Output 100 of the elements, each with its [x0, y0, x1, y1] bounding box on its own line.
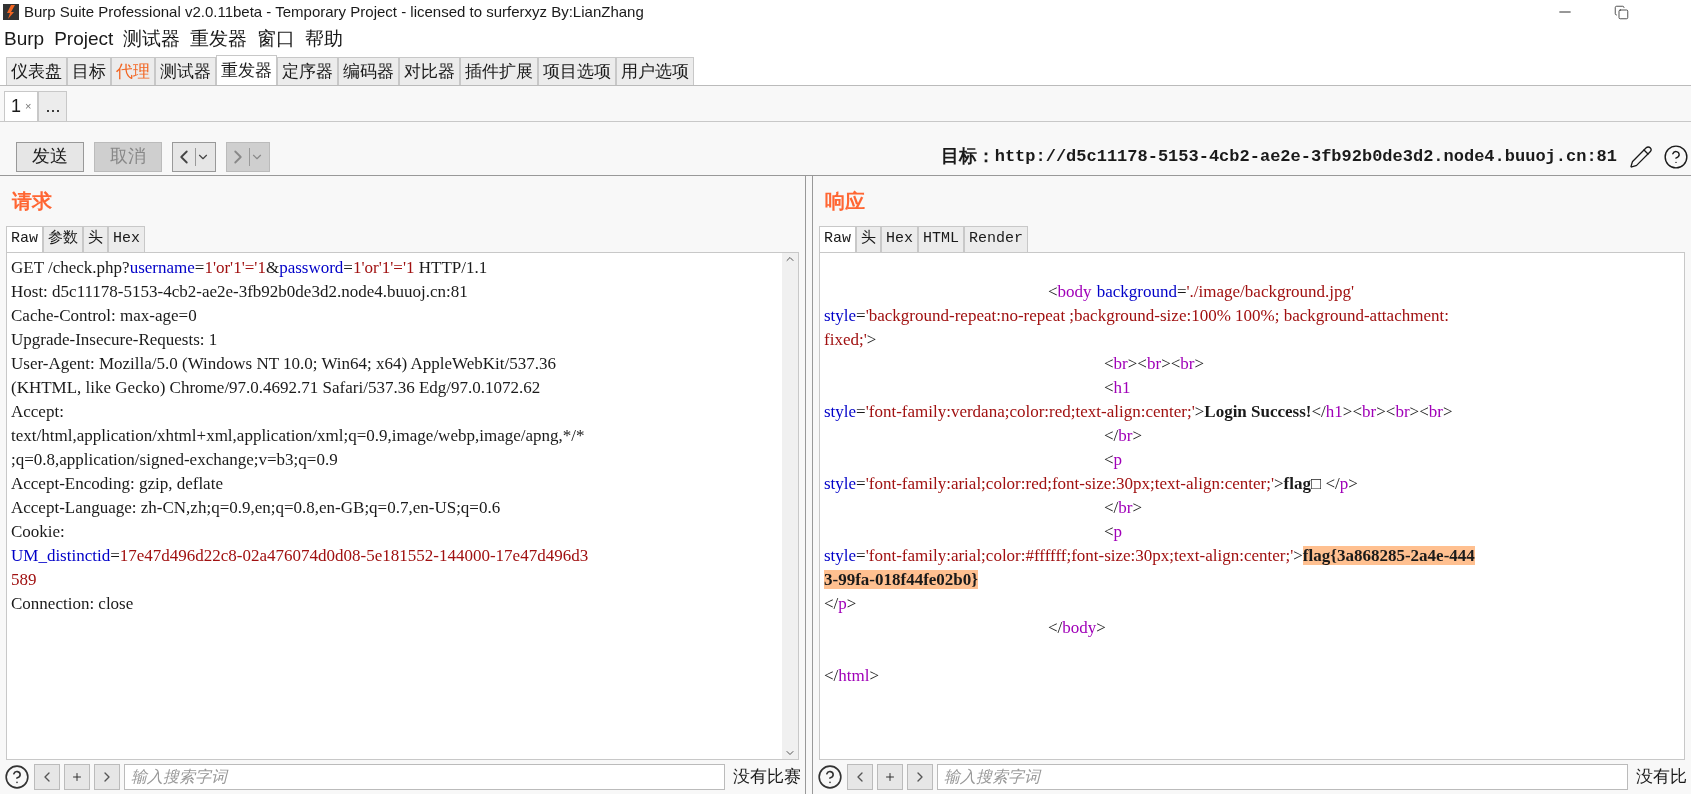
code-text: GET /check.php? — [11, 258, 130, 277]
tag-name: body — [1062, 618, 1097, 637]
code-text: > — [1274, 474, 1284, 493]
main-tab[interactable]: 仪表盘 — [6, 57, 67, 85]
plus-icon — [884, 771, 896, 783]
highlighted-match: flag{3a868285-2a4e-444 — [1302, 546, 1475, 565]
code-text: Cookie: — [11, 522, 65, 541]
target-url: http://d5c11178-5153-4cb2-ae2e-3fb92b0de3d2.node4.buuoj.cn:81 — [994, 145, 1617, 168]
main-tab[interactable]: 对比器 — [399, 57, 460, 85]
menu-item[interactable]: 帮助 — [305, 24, 344, 54]
code-text: > — [869, 666, 880, 685]
search-field[interactable]: 输入搜索字词 — [124, 764, 725, 790]
tag-name: br — [1118, 498, 1133, 517]
editor-tab[interactable]: Hex — [881, 226, 919, 252]
attribute-value: 'font-family:verdana;color:red;text-align:center;' — [865, 402, 1195, 421]
search-field[interactable]: 输入搜索字词 — [937, 764, 1628, 790]
code-text: = — [1176, 282, 1187, 301]
tag-name: br — [1180, 354, 1195, 373]
code-text: </ — [1047, 618, 1063, 637]
code-text: </ — [1311, 402, 1326, 421]
back-button[interactable] — [172, 141, 216, 172]
code-text: > — [1132, 498, 1143, 517]
restore-icon[interactable] — [1614, 4, 1629, 20]
code-text: (KHTML, like Gecko) Chrome/97.0.4692.71 Safari/537.36 Edg/97.0.1072.62 — [11, 378, 541, 397]
code-text: > — [1293, 546, 1303, 565]
code-text: Upgrade-Insecure-Requests: 1 — [11, 330, 218, 349]
attribute-value: 'font-family:arial;color:#ffffff;font-size:30px;text-align:center;' — [865, 546, 1294, 565]
main-tab[interactable]: 定序器 — [277, 57, 338, 85]
match-count: 没有比赛 — [732, 766, 801, 789]
attribute-name: style — [824, 306, 857, 325]
editor-tab[interactable]: Hex — [108, 226, 146, 252]
help-icon[interactable] — [1663, 143, 1689, 170]
tag-name: p — [1339, 474, 1349, 493]
code-text: = — [856, 546, 866, 565]
plus-icon — [71, 771, 83, 783]
help-icon[interactable] — [817, 764, 843, 790]
help-icon[interactable] — [4, 764, 30, 790]
main-tab[interactable]: 编码器 — [338, 57, 399, 85]
code-text: = — [856, 306, 866, 325]
code-text: < — [1103, 450, 1114, 469]
request-tab[interactable]: ... — [38, 91, 68, 121]
code-text: </ — [1324, 474, 1340, 493]
code-text: = — [856, 402, 866, 421]
code-text: Accept: — [11, 402, 64, 421]
code-text: = — [343, 258, 353, 277]
code-text: >< — [1376, 402, 1396, 421]
code-text: > — [866, 330, 877, 349]
attribute-name: password — [279, 258, 344, 277]
code-text: </ — [1103, 498, 1119, 517]
main-tab[interactable]: 用户选项 — [616, 57, 694, 85]
menu-item[interactable]: Burp — [4, 24, 45, 54]
code-text: >< — [1342, 402, 1362, 421]
close-mark[interactable]: × — [25, 98, 32, 115]
menu-item[interactable]: Project — [54, 24, 114, 54]
next-match-button[interactable] — [907, 764, 933, 790]
menu-item[interactable]: 重发器 — [190, 24, 248, 54]
code-text: Cache-Control: max-age=0 — [11, 306, 197, 325]
tag-name: br — [1113, 354, 1128, 373]
window-title: Burp Suite Professional v2.0.11beta - Temporary Project - licensed to surferxyz By:LianZhang — [24, 1, 644, 22]
tag-name: br — [1428, 402, 1443, 421]
editor-tab[interactable]: Render — [964, 226, 1029, 252]
main-tab[interactable]: 测试器 — [155, 57, 216, 85]
main-tab[interactable]: 重发器 — [216, 55, 277, 85]
editor-tab[interactable]: 头 — [83, 226, 108, 252]
panel-title: 请求 — [12, 189, 52, 214]
add-button[interactable] — [64, 764, 90, 790]
attribute-value: 'font-family:arial;color:red;font-size:30px;text-align:center;' — [865, 474, 1274, 493]
tag-name: p — [838, 594, 847, 613]
code-text: >< — [1161, 354, 1181, 373]
tag-name: h1 — [1113, 378, 1131, 397]
editor-tab[interactable]: Raw — [6, 226, 43, 252]
main-tab[interactable]: 项目选项 — [538, 57, 616, 85]
code-text: </ — [1103, 426, 1119, 445]
tag-name: html — [838, 666, 870, 685]
edit-icon[interactable] — [1629, 144, 1653, 169]
menu-item[interactable]: 窗口 — [257, 24, 296, 54]
code-text: > — [1442, 402, 1453, 421]
main-tab[interactable]: 目标 — [67, 57, 111, 85]
editor-tab[interactable]: HTML — [918, 226, 965, 252]
attribute-name: style — [824, 474, 857, 493]
code-text: > — [1132, 426, 1143, 445]
code-text: </ — [824, 594, 839, 613]
scrollbar[interactable] — [782, 253, 798, 759]
editor-tab[interactable]: Raw — [819, 226, 856, 252]
next-match-button[interactable] — [94, 764, 120, 790]
editor-tab[interactable]: 参数 — [43, 226, 83, 252]
tag-name: p — [1113, 450, 1123, 469]
menu-item[interactable]: 测试器 — [123, 24, 181, 54]
tag-name: br — [1146, 354, 1162, 373]
code-text: < — [1103, 354, 1114, 373]
tag-name: body — [1057, 282, 1092, 301]
attribute-value: 1'or'1'='1 — [204, 258, 266, 277]
main-tab[interactable]: 插件扩展 — [460, 57, 538, 85]
editor-tab[interactable]: 头 — [856, 226, 881, 252]
attribute-value: 17e47d496d22c8-02a476074d0d08-5e181552-144000-17e47d496d3 — [119, 546, 589, 565]
send-button[interactable]: 发送 — [16, 141, 84, 172]
attribute-value: fixed;' — [824, 330, 867, 349]
request-tab[interactable]: 1 × — [4, 91, 39, 121]
tag-name: br — [1395, 402, 1410, 421]
add-button[interactable] — [877, 764, 903, 790]
